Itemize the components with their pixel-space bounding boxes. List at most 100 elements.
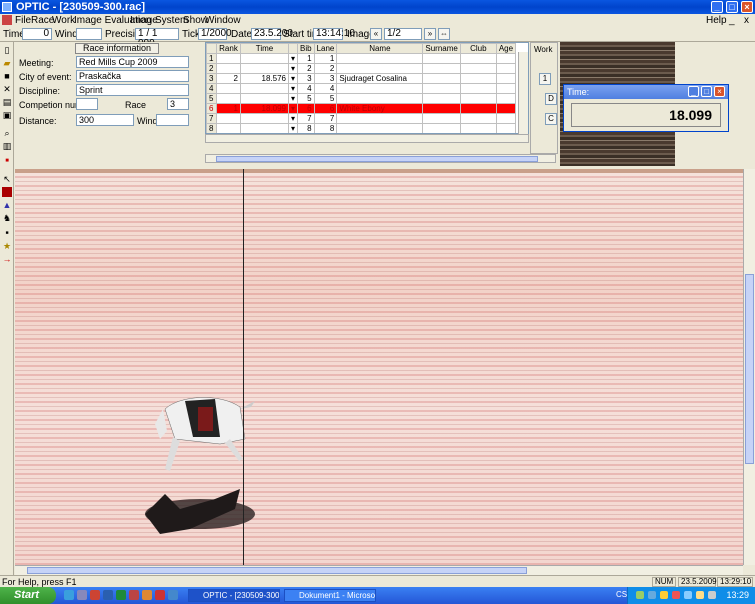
competition-field[interactable]	[76, 98, 98, 110]
lane-cell[interactable]: 6	[313, 103, 338, 114]
name-cell[interactable]	[336, 93, 424, 104]
col-header-surname[interactable]: Surname	[422, 43, 461, 54]
app-shortcut-3-icon[interactable]	[155, 590, 165, 600]
age-cell[interactable]	[495, 123, 517, 133]
app-shortcut-1-icon[interactable]	[90, 590, 100, 600]
lane-cell[interactable]: 2	[313, 63, 338, 74]
image-horizontal-scrollbar[interactable]	[15, 565, 743, 575]
time-dropdown-cell[interactable]: ▾	[287, 53, 299, 64]
grid-horizontal-scrollbar[interactable]	[205, 134, 529, 143]
tray-icon-1[interactable]	[636, 591, 644, 599]
tray-icon-5[interactable]	[684, 591, 692, 599]
date-field[interactable]: 23.5.200	[251, 28, 293, 40]
image-vertical-scrollbar[interactable]	[743, 169, 755, 565]
precision-select[interactable]: 1 / 1 000	[135, 28, 179, 49]
popup-close-button[interactable]: ×	[714, 86, 725, 97]
rank-cell[interactable]	[216, 93, 241, 104]
arrow-icon[interactable]: →	[2, 254, 12, 264]
menu-file[interactable]: File	[15, 15, 31, 26]
popup-maximize-button[interactable]: □	[701, 86, 712, 97]
menu-work[interactable]: Work	[52, 15, 75, 26]
table-row[interactable]: 1 ▾ 1 1	[206, 53, 517, 64]
name-cell[interactable]	[336, 123, 424, 133]
new-file-icon[interactable]: ▯	[2, 45, 12, 55]
start-time-field[interactable]: 13:14:10	[313, 28, 355, 40]
surname-cell[interactable]	[422, 83, 461, 94]
ie-icon[interactable]	[64, 590, 74, 600]
time-cell[interactable]	[240, 123, 289, 133]
work-button-1[interactable]: 1	[539, 73, 551, 85]
menu-minimize[interactable]: _	[729, 15, 735, 26]
powerpoint-icon[interactable]	[129, 590, 139, 600]
time-cell[interactable]	[240, 53, 289, 64]
time-field[interactable]: 0	[22, 28, 52, 40]
table-row[interactable]: 6 1 18.099 ▾ 6 6 White Ebony	[206, 103, 517, 114]
tray-icon-2[interactable]	[648, 591, 656, 599]
image-hscroll-thumb[interactable]	[27, 567, 527, 574]
race-field[interactable]: 3	[167, 98, 189, 110]
dog-icon[interactable]: ♞	[2, 213, 12, 223]
lane-cell[interactable]: 4	[313, 83, 338, 94]
image-field[interactable]: 1/2	[384, 28, 422, 40]
record-icon[interactable]	[2, 187, 12, 197]
time-cell[interactable]	[240, 113, 289, 124]
name-cell[interactable]	[336, 53, 424, 64]
maximize-button[interactable]: □	[726, 1, 738, 13]
club-cell[interactable]	[459, 73, 497, 84]
save-icon[interactable]: ■	[2, 71, 12, 81]
time-dropdown-cell[interactable]: ▾	[287, 123, 299, 133]
col-header-lane[interactable]: Lane	[313, 43, 338, 54]
name-cell[interactable]	[336, 83, 424, 94]
magnifier-icon[interactable]: ⌕	[2, 128, 12, 138]
age-cell[interactable]	[495, 113, 517, 124]
age-cell[interactable]	[495, 53, 517, 64]
rank-cell[interactable]: 1	[216, 103, 241, 114]
col-header-rank[interactable]: Rank	[216, 43, 241, 54]
club-cell[interactable]	[459, 53, 497, 64]
grid-vertical-scrollbar[interactable]	[518, 52, 528, 134]
lane-cell[interactable]: 3	[313, 73, 338, 84]
club-cell[interactable]	[459, 83, 497, 94]
lane-cell[interactable]: 1	[313, 53, 338, 64]
age-cell[interactable]	[495, 93, 517, 104]
age-cell[interactable]	[495, 83, 517, 94]
col-header-name[interactable]: Name	[336, 43, 424, 54]
language-indicator[interactable]: CS	[616, 590, 627, 599]
club-cell[interactable]	[459, 63, 497, 74]
menu-race[interactable]: Race	[31, 15, 54, 26]
title-bar[interactable]: OPTIC - [230509-300.rac] _ □ ×	[0, 0, 755, 14]
bib-cell[interactable]: 2	[297, 63, 315, 74]
zoom-image-button[interactable]: ⇔	[438, 28, 450, 40]
table-row[interactable]: 5 ▾ 5 5	[206, 93, 517, 104]
work-button-d[interactable]: D	[545, 93, 557, 105]
minimize-button[interactable]: _	[711, 1, 723, 13]
table-row[interactable]: 4 ▾ 4 4	[206, 83, 517, 94]
time-cell[interactable]	[240, 93, 289, 104]
app-shortcut-2-icon[interactable]	[142, 590, 152, 600]
menu-window[interactable]: Window	[205, 15, 241, 26]
time-dropdown-cell[interactable]: ▾	[287, 93, 299, 104]
panel-horizontal-scrollbar[interactable]	[205, 154, 556, 163]
table-row[interactable]: 7 ▾ 7 7	[206, 113, 517, 124]
tray-icon-4[interactable]	[672, 591, 680, 599]
prev-image-button[interactable]: «	[370, 28, 382, 40]
bib-cell[interactable]: 6	[297, 103, 315, 114]
next-image-button[interactable]: »	[424, 28, 436, 40]
print-icon[interactable]: ▤	[2, 97, 12, 107]
age-cell[interactable]	[495, 73, 517, 84]
menu-close[interactable]: x	[744, 15, 749, 26]
col-header-age[interactable]: Age	[495, 43, 517, 54]
rank-cell[interactable]	[216, 113, 241, 124]
bib-cell[interactable]: 1	[297, 53, 315, 64]
task-word-document[interactable]: Dokument1 - Microsof...	[284, 589, 376, 602]
name-cell[interactable]	[336, 113, 424, 124]
work-button-c[interactable]: C	[545, 113, 557, 125]
menu-image[interactable]: Image	[130, 15, 158, 26]
close-button[interactable]: ×	[741, 1, 753, 13]
club-cell[interactable]	[459, 103, 497, 114]
pointer-icon[interactable]: ↖	[2, 174, 12, 184]
word-icon[interactable]	[103, 590, 113, 600]
bib-cell[interactable]: 8	[297, 123, 315, 133]
table-row[interactable]: 8 ▾ 8 8	[206, 123, 517, 133]
name-cell[interactable]: Sjudraget Cosalina	[336, 73, 424, 84]
